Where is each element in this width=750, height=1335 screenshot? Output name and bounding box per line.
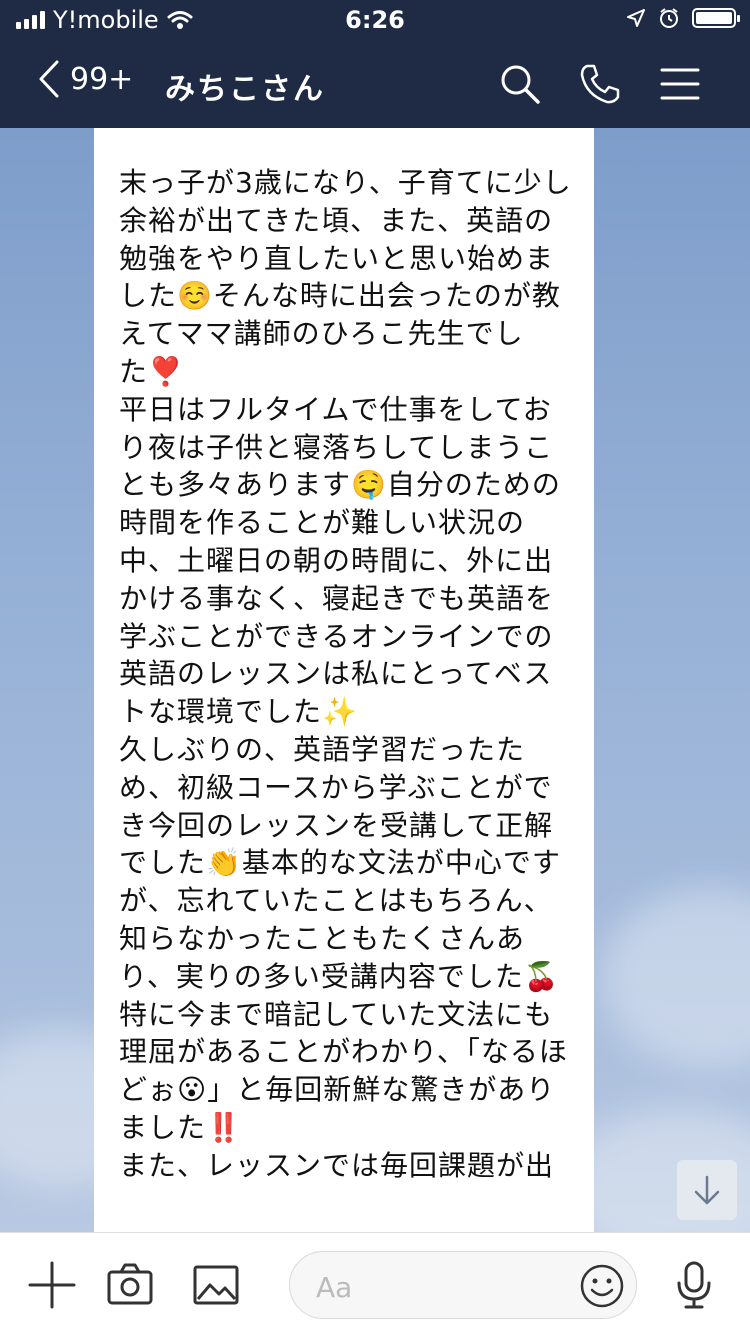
status-right (626, 7, 740, 29)
plus-icon[interactable] (28, 1261, 76, 1309)
chevron-left-icon (39, 60, 59, 98)
message-text: 末っ子が3歳になり、子育てに少し余裕が出てきた頃、また、英語の勉強をやり直したい… (119, 166, 572, 1182)
emoji-icon[interactable] (578, 1262, 626, 1310)
chat-header: 99+ みちこさん (0, 40, 750, 128)
phone-icon[interactable] (578, 62, 622, 106)
chat-title: みちこさん (165, 72, 325, 107)
menu-icon[interactable] (658, 62, 702, 106)
image-icon[interactable] (192, 1261, 240, 1309)
arrow-down-icon (694, 1175, 720, 1205)
search-icon[interactable] (498, 62, 542, 106)
battery-icon (692, 8, 740, 28)
chat-area[interactable]: 末っ子が3歳になり、子育てに少し余裕が出てきた頃、また、英語の勉強をやり直したい… (0, 128, 750, 1232)
location-icon (627, 9, 645, 27)
back-button[interactable]: 99+ (38, 60, 133, 98)
background-cloud (600, 888, 750, 1068)
microphone-icon[interactable] (670, 1261, 718, 1309)
alarm-icon (660, 8, 678, 28)
message-textbox[interactable] (289, 1251, 637, 1319)
message-input-bar (0, 1232, 750, 1335)
message-input[interactable] (314, 1266, 568, 1308)
message-bubble[interactable]: 末っ子が3歳になり、子育てに少し余裕が出てきた頃、また、英語の勉強をやり直したい… (94, 128, 594, 1232)
status-bar: Y!mobile 6:26 (0, 0, 750, 40)
camera-icon[interactable] (106, 1261, 154, 1309)
scroll-down-button[interactable] (677, 1160, 737, 1220)
unread-count: 99+ (70, 61, 134, 97)
